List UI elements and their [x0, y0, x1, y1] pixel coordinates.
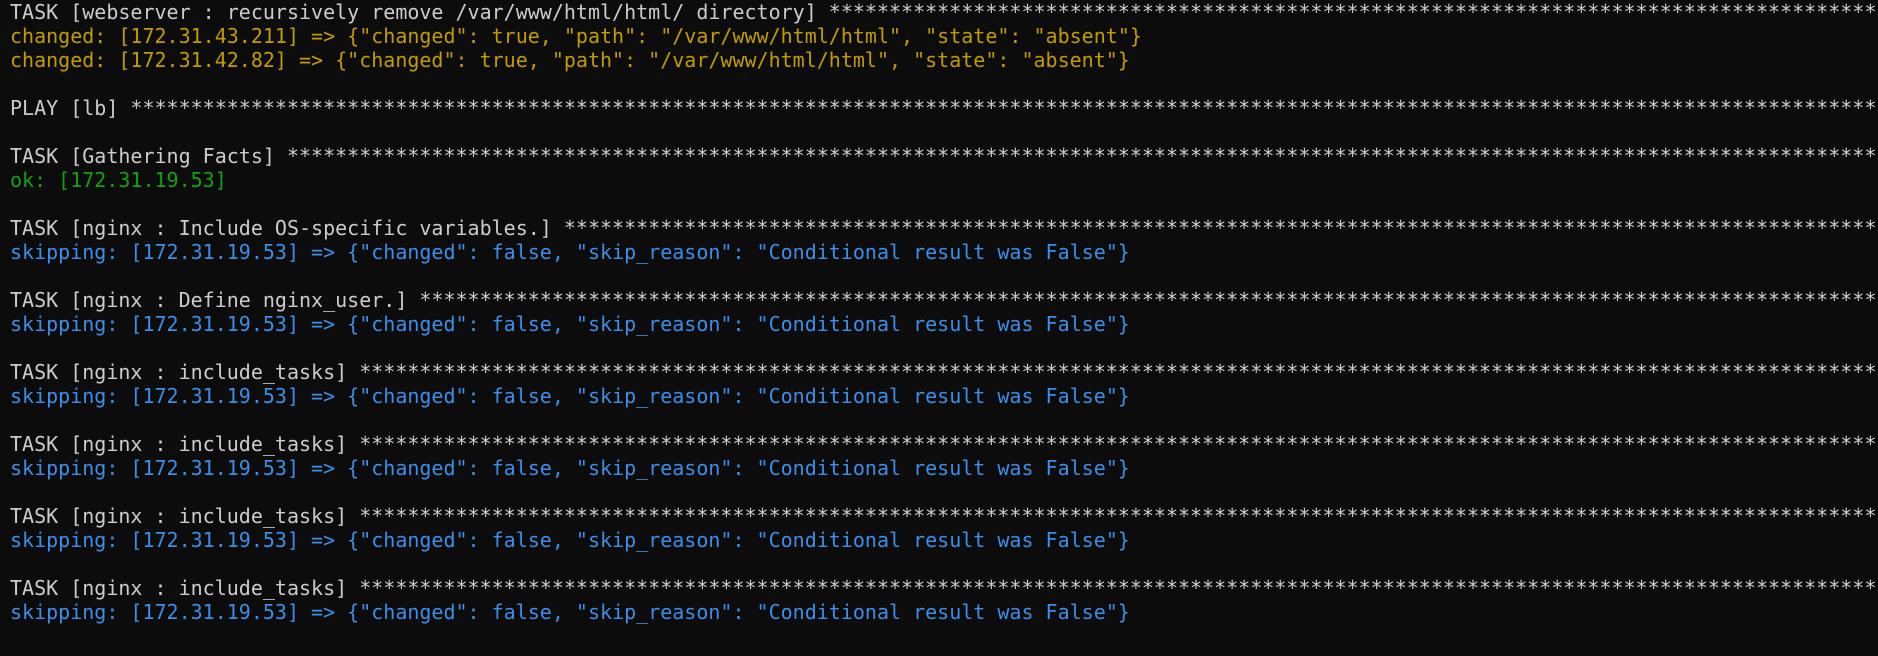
task-header-line: TASK [nginx : Include OS-specific variab… [10, 216, 1878, 240]
skipping-result-line: skipping: [172.31.19.53] => {"changed": … [10, 456, 1130, 480]
ok-result-line: ok: [172.31.19.53] [10, 168, 227, 192]
skipping-result-line: skipping: [172.31.19.53] => {"changed": … [10, 384, 1130, 408]
changed-result-line: changed: [172.31.42.82] => {"changed": t… [10, 48, 1130, 72]
task-header-line: TASK [nginx : include_tasks] ***********… [10, 504, 1878, 528]
skipping-result-line: skipping: [172.31.19.53] => {"changed": … [10, 600, 1130, 624]
play-header-line: PLAY [lb] ******************************… [10, 96, 1878, 120]
skipping-result-line: skipping: [172.31.19.53] => {"changed": … [10, 312, 1130, 336]
task-header-line: TASK [nginx : Define nginx_user.] ******… [10, 288, 1878, 312]
task-header-line: TASK [webserver : recursively remove /va… [10, 0, 1878, 24]
task-header-line: TASK [Gathering Facts] *****************… [10, 144, 1878, 168]
terminal-output[interactable]: TASK [webserver : recursively remove /va… [10, 0, 1878, 656]
task-header-line: TASK [nginx : include_tasks] ***********… [10, 576, 1878, 600]
skipping-result-line: skipping: [172.31.19.53] => {"changed": … [10, 240, 1130, 264]
skipping-result-line: skipping: [172.31.19.53] => {"changed": … [10, 528, 1130, 552]
task-header-line: TASK [nginx : include_tasks] ***********… [10, 360, 1878, 384]
changed-result-line: changed: [172.31.43.211] => {"changed": … [10, 24, 1142, 48]
task-header-line: TASK [nginx : include_tasks] ***********… [10, 432, 1878, 456]
